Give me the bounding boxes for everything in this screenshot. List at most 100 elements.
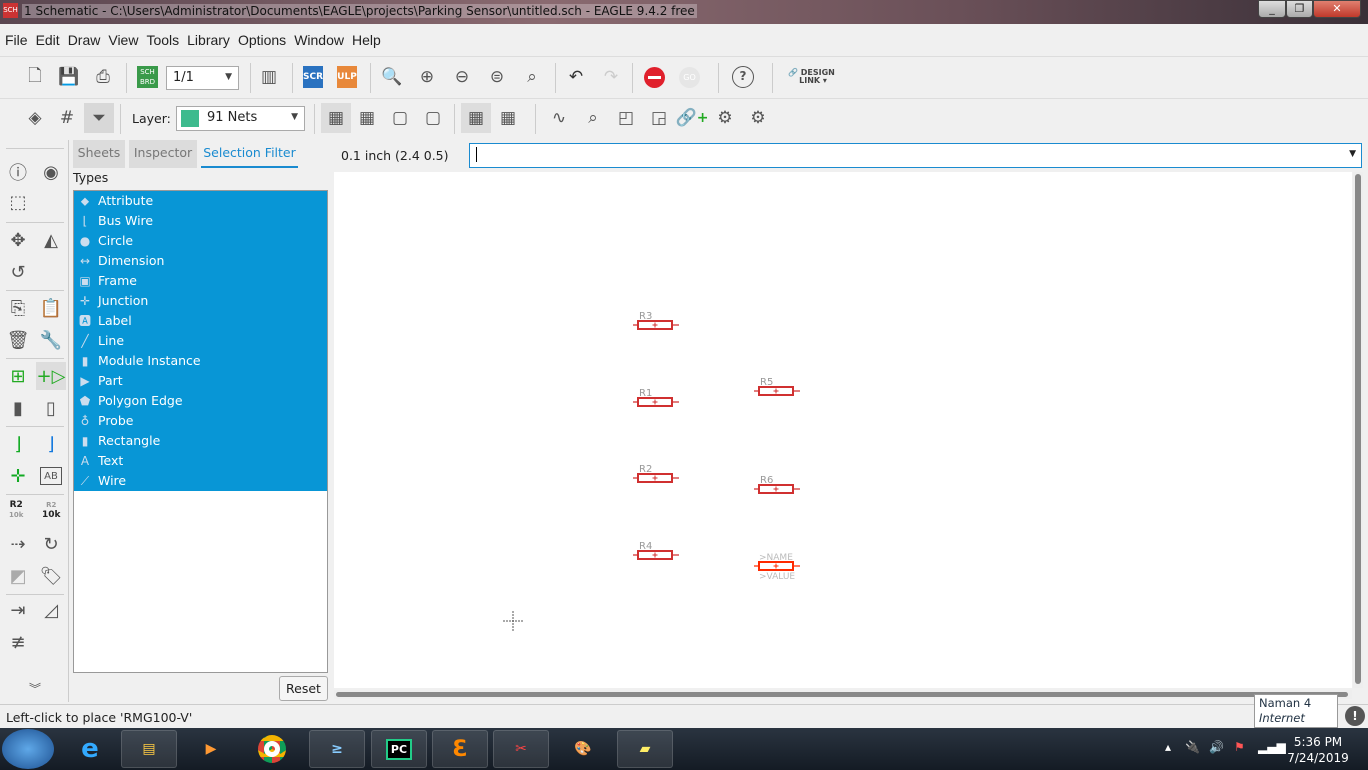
bus-icon[interactable]: ⌋ [36, 430, 66, 458]
menu-help[interactable]: Help [347, 26, 384, 48]
type-item-label[interactable]: 🅰 Label [74, 311, 327, 331]
settings-gear-2-icon[interactable]: ⚙ [745, 105, 771, 131]
redo-icon[interactable]: ↷ [598, 64, 624, 90]
paste-icon[interactable]: 📋 [36, 294, 66, 322]
view-mode-1-icon[interactable]: ▦ [321, 103, 351, 133]
action-center-flag-icon[interactable]: ⚑ [1234, 740, 1245, 754]
close-button[interactable]: ✕ [1313, 0, 1361, 18]
show-eye-icon[interactable]: ◉ [36, 158, 66, 186]
open-icon[interactable]: 🗋 [22, 64, 48, 90]
simulate-wave-icon[interactable]: ∿ [546, 105, 572, 131]
type-item-dimension[interactable]: ↔ Dimension [74, 251, 327, 271]
group-select-icon[interactable]: ⬚ [3, 188, 33, 216]
show-hidden-icons[interactable]: ▴ [1165, 740, 1171, 754]
design-link-button[interactable]: 🔗 DESIGN LINK ▾ [788, 69, 835, 85]
menu-window[interactable]: Window [289, 26, 347, 48]
add-gate-icon[interactable]: +▷ [36, 362, 66, 390]
menu-view[interactable]: View [103, 26, 141, 48]
view-mode-4-icon[interactable]: ▢ [420, 105, 446, 131]
resistor-part[interactable]: R6 [754, 475, 800, 494]
resistor-part[interactable]: R5 [754, 377, 800, 396]
menu-file[interactable]: File [0, 26, 31, 48]
smash-icon[interactable]: ◩ [3, 562, 33, 590]
type-item-wire[interactable]: ⟋ Wire [74, 471, 327, 491]
grid-icon[interactable]: # [54, 105, 80, 131]
zoom-fit-icon[interactable]: 🔍 [379, 64, 405, 90]
schematic-canvas[interactable]: R3 R1 R5 R2 R6 R4 >NAME >VALUE [334, 172, 1352, 688]
zoom-out-icon[interactable]: ⊖ [449, 64, 475, 90]
save-icon[interactable]: 💾 [56, 64, 82, 90]
layer-select[interactable]: 91 Nets ▼ [176, 106, 305, 131]
label-ab-icon[interactable]: AB [40, 467, 62, 485]
junction-icon[interactable]: ✛ [3, 462, 33, 490]
split-icon[interactable]: ⇥ [3, 596, 33, 624]
library-books-icon[interactable]: ▥ [256, 64, 282, 90]
clock[interactable]: 5:36 PM 7/24/2019 [1283, 734, 1353, 766]
probe-search-icon[interactable]: ⌕ [580, 105, 606, 131]
add-link-icon[interactable]: 🔗 + [676, 105, 709, 131]
menu-tools[interactable]: Tools [141, 26, 182, 48]
invoke-icon[interactable]: ▯ [36, 394, 66, 422]
grid-mode-1-icon[interactable]: ▦ [461, 103, 491, 133]
view-mode-2-icon[interactable]: ▦ [354, 105, 380, 131]
maximize-button[interactable]: ❐ [1286, 0, 1313, 18]
sticky-notes-icon[interactable]: ▰ [617, 730, 673, 768]
change-wrench-icon[interactable]: 🔧 [36, 326, 66, 354]
type-item-polygon-edge[interactable]: ⬟ Polygon Edge [74, 391, 327, 411]
tab-sheets[interactable]: Sheets [73, 140, 125, 168]
schematic-drawing[interactable]: R3 R1 R5 R2 R6 R4 >NAME >VALUE [334, 172, 1352, 688]
meter-icon[interactable]: ◰ [613, 105, 639, 131]
eagle-icon[interactable]: Ɛ [432, 730, 488, 768]
resistor-part[interactable]: R3 [633, 311, 679, 330]
tab-inspector[interactable]: Inspector [129, 140, 197, 168]
type-item-line[interactable]: ╱ Line [74, 331, 327, 351]
type-item-text[interactable]: A Text [74, 451, 327, 471]
minimize-button[interactable]: _ [1258, 0, 1286, 18]
add-part-icon[interactable]: ⊞ [3, 362, 33, 390]
reset-button[interactable]: Reset [279, 676, 328, 701]
replace-icon[interactable]: ▮ [3, 394, 33, 422]
help-button[interactable]: ? [732, 66, 754, 88]
optimize-icon[interactable]: ≢ [3, 628, 33, 656]
info-icon[interactable]: ⓘ [3, 158, 33, 186]
powershell-icon[interactable]: ≥ [309, 730, 365, 768]
layers-icon[interactable]: ◈ [22, 105, 48, 131]
menu-draw[interactable]: Draw [63, 26, 104, 48]
settings-gear-icon[interactable]: ⚙ [712, 105, 738, 131]
zoom-in-icon[interactable]: ⊕ [414, 64, 440, 90]
internet-explorer-icon[interactable]: e [62, 730, 118, 768]
resistor-part[interactable]: R4 [633, 541, 679, 560]
zoom-redraw-icon[interactable]: ⊜ [484, 64, 510, 90]
horizontal-scrollbar[interactable] [334, 690, 1352, 699]
volume-icon[interactable]: 🔊 [1209, 740, 1224, 754]
type-item-junction[interactable]: ✛ Junction [74, 291, 327, 311]
file-explorer-icon[interactable]: ▤ [121, 730, 177, 768]
go-button[interactable]: GO [679, 67, 700, 88]
stop-icon[interactable] [644, 67, 665, 88]
menu-options[interactable]: Options [233, 26, 289, 48]
chevron-down-icon[interactable]: ▼ [1349, 149, 1356, 159]
ulp-button[interactable]: ULP [337, 66, 357, 88]
alert-icon[interactable]: ! [1345, 706, 1365, 726]
print-icon[interactable]: ⎙ [90, 64, 116, 90]
value-tool-button[interactable]: R2 10k [42, 500, 61, 520]
type-item-bus-wire[interactable]: ⌊ Bus Wire [74, 211, 327, 231]
meter-2-icon[interactable]: ◲ [646, 105, 672, 131]
type-item-probe[interactable]: ♁ Probe [74, 411, 327, 431]
expand-chevron-icon[interactable]: ︾ [20, 674, 50, 702]
snipping-tool-icon[interactable]: ✂ [493, 730, 549, 768]
resistor-part[interactable]: R2 [633, 464, 679, 483]
name-tool-button[interactable]: R2 10k [9, 500, 23, 520]
types-list[interactable]: ⬥ Attribute ⌊ Bus Wire ● Circle ↔ Dimension ▣ Fra… [73, 190, 328, 673]
miter-icon[interactable]: ◿ [36, 596, 66, 624]
type-item-circle[interactable]: ● Circle [74, 231, 327, 251]
sch-brd-switch-button[interactable]: SCH BRD [137, 66, 158, 88]
attribute-tag-icon[interactable]: 🏷 [36, 562, 66, 590]
start-button[interactable] [2, 729, 54, 769]
menu-library[interactable]: Library [182, 26, 233, 48]
net-icon[interactable]: ⌋ [3, 430, 33, 458]
gateswap-icon[interactable]: ↻ [36, 530, 66, 558]
menu-edit[interactable]: Edit [31, 26, 63, 48]
chrome-icon[interactable] [244, 730, 300, 768]
mirror-icon[interactable]: ◭ [36, 226, 66, 254]
